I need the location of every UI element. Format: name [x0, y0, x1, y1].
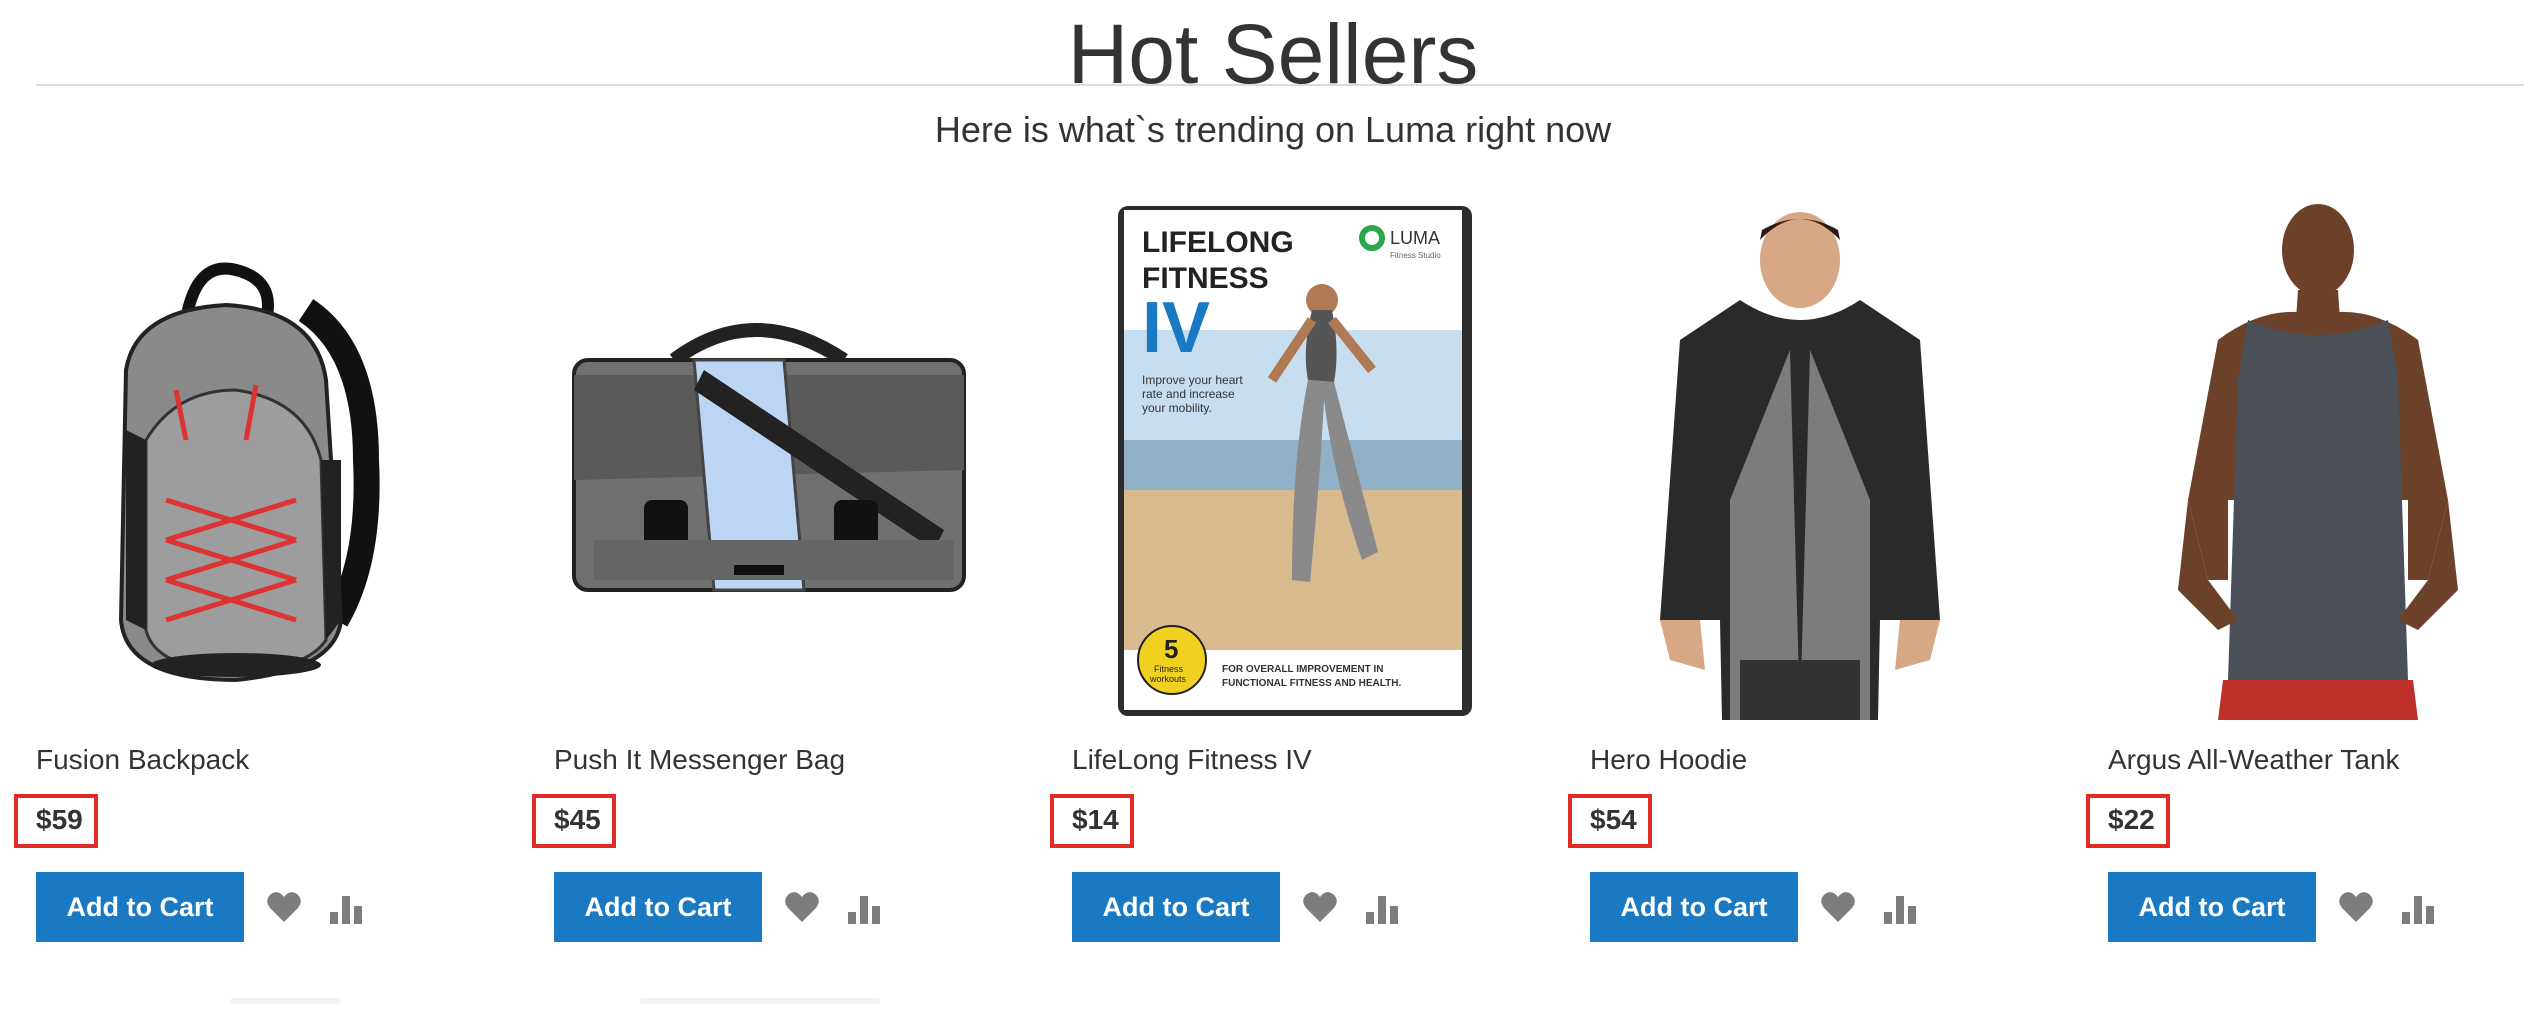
product-price: $59	[36, 804, 83, 835]
heart-icon[interactable]	[266, 890, 302, 924]
product-price: $14	[1072, 804, 1119, 835]
dvd-tagline-2: rate and increase	[1142, 387, 1235, 401]
backpack-image	[118, 262, 380, 683]
next-row-image-edge	[230, 998, 340, 1004]
product-card: Push It Messenger Bag $45 Add to Cart	[532, 200, 1034, 960]
heart-icon[interactable]	[1302, 890, 1338, 924]
product-name[interactable]: Argus All-Weather Tank	[2108, 740, 2400, 780]
heart-icon[interactable]	[2338, 890, 2374, 924]
product-name[interactable]: LifeLong Fitness IV	[1072, 740, 1312, 780]
product-image-tank-top[interactable]	[2108, 200, 2528, 720]
dvd-brand-sub: Fitness Studio	[1390, 251, 1441, 260]
dvd-brand: LUMA	[1390, 228, 1440, 248]
fitness-dvd-image: LIFELONG FITNESS IV LUMA Fitness Studio …	[1118, 206, 1472, 716]
product-price: $45	[554, 804, 601, 835]
hoodie-image	[1660, 212, 1940, 720]
dvd-footer-2: FUNCTIONAL FITNESS AND HEALTH.	[1222, 678, 1401, 689]
product-card: Fusion Backpack $59 Add to Cart	[14, 200, 516, 960]
add-to-cart-button[interactable]: Add to Cart	[1590, 872, 1798, 942]
product-card: Argus All-Weather Tank $22 Add to Cart	[2086, 200, 2546, 960]
tank-top-image	[2178, 204, 2458, 720]
add-to-cart-button[interactable]: Add to Cart	[36, 872, 244, 942]
dvd-title-line3: IV	[1142, 288, 1210, 368]
product-name[interactable]: Hero Hoodie	[1590, 740, 1747, 780]
add-to-cart-button[interactable]: Add to Cart	[1072, 872, 1280, 942]
bar-chart-icon[interactable]	[846, 890, 882, 924]
dvd-tagline-1: Improve your heart	[1142, 373, 1243, 387]
product-grid: Fusion Backpack $59 Add to Cart Push It …	[0, 0, 2546, 1012]
dvd-badge-text-1: Fitness	[1154, 664, 1184, 674]
dvd-badge-text-2: workouts	[1149, 674, 1187, 684]
bar-chart-icon[interactable]	[2400, 890, 2436, 924]
add-to-cart-button[interactable]: Add to Cart	[2108, 872, 2316, 942]
product-price: $22	[2108, 804, 2155, 835]
product-card: LIFELONG FITNESS IV LUMA Fitness Studio …	[1050, 200, 1552, 960]
next-row-image-edge	[640, 998, 880, 1004]
product-image-fitness-dvd[interactable]: LIFELONG FITNESS IV LUMA Fitness Studio …	[1072, 200, 1492, 720]
product-card: Hero Hoodie $54 Add to Cart	[1568, 200, 2070, 960]
add-to-cart-button[interactable]: Add to Cart	[554, 872, 762, 942]
bar-chart-icon[interactable]	[328, 890, 364, 924]
product-name[interactable]: Push It Messenger Bag	[554, 740, 845, 780]
heart-icon[interactable]	[784, 890, 820, 924]
dvd-title-line1: LIFELONG	[1142, 226, 1294, 259]
product-image-hoodie[interactable]	[1590, 200, 2010, 720]
dvd-tagline-3: your mobility.	[1142, 401, 1212, 415]
hot-sellers-page: Hot Sellers Here is what`s trending on L…	[0, 0, 2546, 1012]
product-price: $54	[1590, 804, 1637, 835]
dvd-badge-number: 5	[1164, 634, 1178, 664]
product-image-messenger-bag[interactable]	[554, 200, 974, 720]
product-image-backpack[interactable]	[36, 200, 456, 720]
dvd-footer-1: FOR OVERALL IMPROVEMENT IN	[1222, 664, 1384, 675]
heart-icon[interactable]	[1820, 890, 1856, 924]
bar-chart-icon[interactable]	[1882, 890, 1918, 924]
product-name[interactable]: Fusion Backpack	[36, 740, 249, 780]
messenger-bag-image	[572, 323, 966, 592]
bar-chart-icon[interactable]	[1364, 890, 1400, 924]
